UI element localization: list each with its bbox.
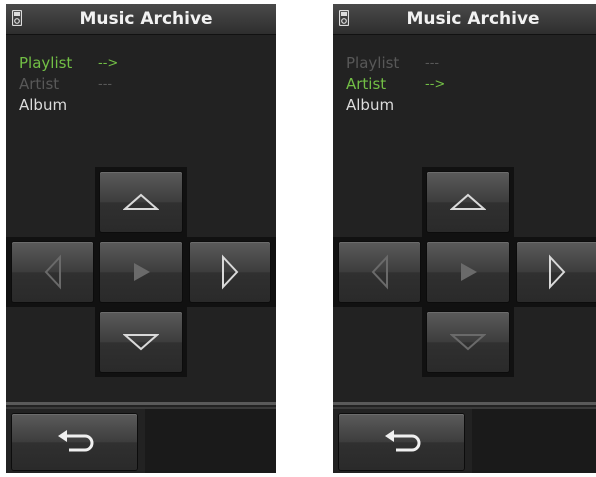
phone-screen-1: Music Archive Playlist --> Artist --- Al… xyxy=(6,4,276,473)
dpad-right-button[interactable] xyxy=(190,242,270,302)
dpad-down-button[interactable] xyxy=(427,312,509,372)
category-menu: Playlist --- Artist --> Album xyxy=(346,53,445,116)
title-bar: Music Archive xyxy=(333,4,596,35)
dpad-up-button[interactable] xyxy=(427,172,509,232)
divider xyxy=(333,402,596,405)
menu-item-label: Album xyxy=(19,96,68,114)
dpad-right-button[interactable] xyxy=(517,242,596,302)
menu-item-arrow: --- xyxy=(425,56,440,71)
app-title: Music Archive xyxy=(79,9,213,29)
menu-item-album[interactable]: Album xyxy=(19,95,118,116)
divider xyxy=(6,402,276,405)
play-icon xyxy=(461,263,477,281)
menu-item-artist[interactable]: Artist --> xyxy=(346,74,445,95)
play-icon xyxy=(134,263,150,281)
triangle-left-icon xyxy=(44,254,61,290)
dpad-center-button[interactable] xyxy=(427,242,509,302)
menu-item-artist[interactable]: Artist --- xyxy=(19,74,118,95)
dpad-left-button[interactable] xyxy=(12,242,93,302)
return-arrow-icon xyxy=(384,430,420,452)
dpad-center-button[interactable] xyxy=(100,242,182,302)
menu-item-label: Album xyxy=(346,96,395,114)
bottom-panel xyxy=(472,409,596,473)
menu-item-album[interactable]: Album xyxy=(346,95,445,116)
menu-item-label: Artist xyxy=(346,75,387,93)
triangle-left-icon xyxy=(371,254,388,290)
menu-item-playlist[interactable]: Playlist --- xyxy=(346,53,445,74)
menu-item-label: Artist xyxy=(19,75,60,93)
triangle-right-icon xyxy=(222,254,239,290)
dpad-left-button[interactable] xyxy=(339,242,420,302)
menu-item-playlist[interactable]: Playlist --> xyxy=(19,53,118,74)
back-button[interactable] xyxy=(12,414,137,470)
return-arrow-icon xyxy=(57,430,93,452)
category-menu: Playlist --> Artist --- Album xyxy=(19,53,118,116)
menu-item-arrow: --> xyxy=(425,77,446,92)
triangle-down-icon xyxy=(450,334,486,351)
triangle-down-icon xyxy=(123,334,159,351)
menu-item-label: Playlist xyxy=(19,54,73,72)
triangle-up-icon xyxy=(123,193,159,210)
menu-item-arrow: --> xyxy=(98,56,119,71)
dpad-down-button[interactable] xyxy=(100,312,182,372)
app-title: Music Archive xyxy=(406,9,540,29)
menu-item-arrow: --- xyxy=(98,77,113,92)
dpad-up-button[interactable] xyxy=(100,172,182,232)
title-bar: Music Archive xyxy=(6,4,276,35)
back-button[interactable] xyxy=(339,414,464,470)
phone-screen-2: Music Archive Playlist --- Artist --> Al… xyxy=(333,4,596,473)
bottom-panel xyxy=(145,409,276,473)
triangle-right-icon xyxy=(549,254,566,290)
triangle-up-icon xyxy=(450,193,486,210)
menu-item-label: Playlist xyxy=(346,54,400,72)
